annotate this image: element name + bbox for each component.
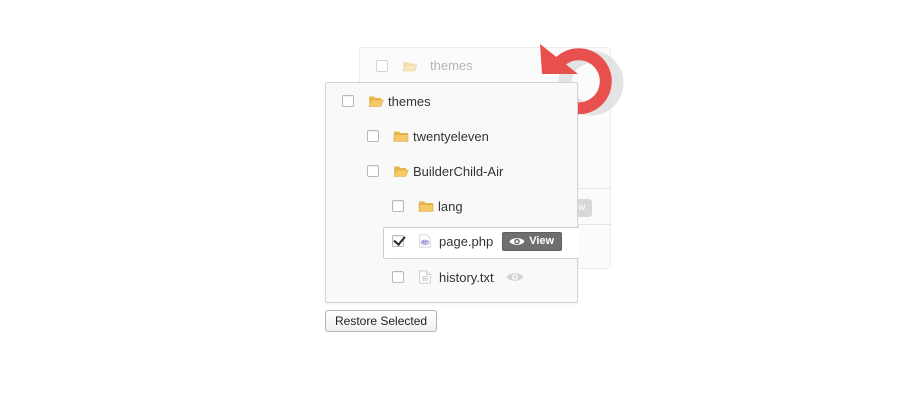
folder-icon — [402, 61, 418, 71]
restore-selected-button[interactable]: Restore Selected — [325, 310, 438, 332]
checkbox-builderchild-air[interactable] — [367, 165, 379, 177]
background-row-themes: themes — [376, 58, 473, 73]
tree-label-twentyeleven: twentyeleven — [413, 128, 489, 144]
tree-label-history-txt: history.txt — [439, 269, 494, 285]
folder-icon — [393, 166, 409, 177]
checkbox-themes[interactable] — [342, 95, 354, 107]
file-restore-stage: themes w themes twentyeleven BuilderChil… — [0, 0, 900, 402]
eye-icon[interactable] — [506, 271, 524, 283]
tree-row-twentyeleven[interactable]: twentyeleven — [367, 125, 489, 147]
php-file-icon — [419, 234, 431, 248]
background-folder-label: themes — [430, 58, 473, 73]
background-checkbox — [376, 59, 388, 72]
tree-row-builderchild-air[interactable]: BuilderChild-Air — [367, 160, 503, 182]
tree-label-builderchild-air: BuilderChild-Air — [413, 163, 504, 179]
tree-label-page-php: page.php — [439, 233, 494, 249]
background-view-peek: w — [578, 199, 592, 217]
folder-icon — [418, 201, 434, 212]
tree-row-history-txt[interactable]: history.txt — [392, 266, 524, 288]
checkbox-page-php[interactable] — [392, 235, 404, 247]
background-divider — [578, 188, 612, 189]
eye-icon — [509, 237, 525, 245]
tree-label-lang: lang — [438, 198, 463, 214]
tree-label-themes: themes — [388, 93, 431, 109]
folder-icon — [368, 96, 384, 107]
checkbox-lang[interactable] — [392, 200, 404, 212]
tree-row-lang[interactable]: lang — [392, 195, 463, 217]
view-button[interactable]: View — [502, 231, 563, 251]
checkbox-twentyeleven[interactable] — [367, 130, 379, 142]
tree-row-themes[interactable]: themes — [342, 90, 431, 112]
file-tree-panel: themes twentyeleven BuilderChild-Air lan… — [325, 82, 579, 303]
background-divider — [578, 224, 612, 225]
view-button-label: View — [529, 235, 555, 247]
checkbox-history-txt[interactable] — [392, 271, 404, 283]
folder-icon — [393, 131, 409, 142]
text-file-icon — [419, 270, 431, 284]
tree-row-page-php[interactable]: page.php View — [392, 230, 563, 252]
